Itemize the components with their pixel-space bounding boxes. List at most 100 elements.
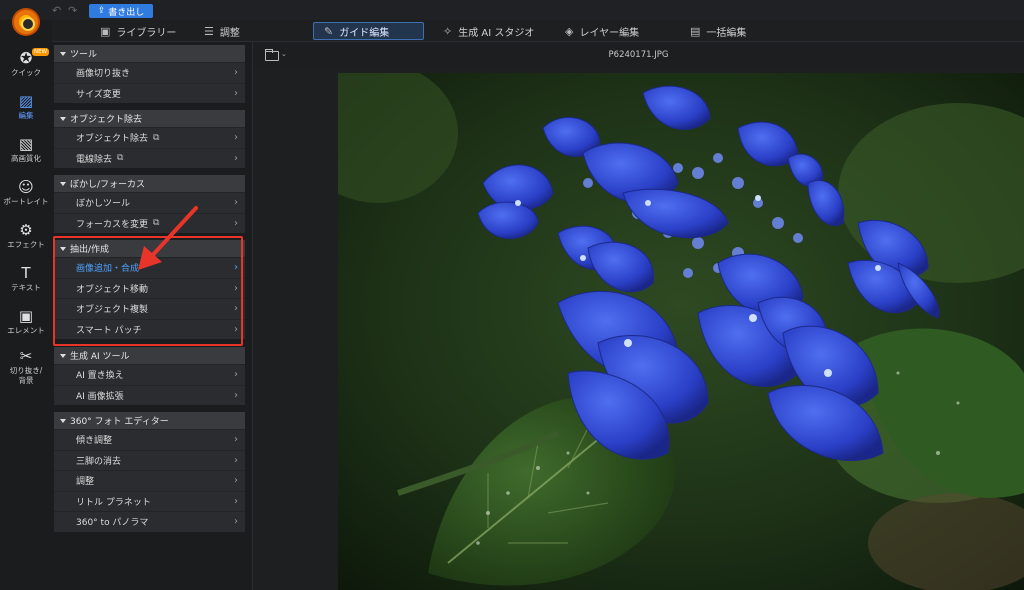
tool-item-adjust[interactable]: 調整 › [54,470,245,491]
chevron-right-icon: › [234,369,238,380]
group-360-editor: 360° フォト エディター 傾き調整 › 三脚の消去 › 調整 › リトル プラネッ… [54,412,245,532]
tab-adjust[interactable]: ☰ 調整 [194,22,250,40]
text-icon: T [21,264,31,282]
chevron-right-icon: › [234,495,238,507]
hydrangea-photo [338,73,1024,590]
element-icon: ▣ [18,307,34,325]
rail-label: 編集 [18,111,34,120]
tab-batch-edit[interactable]: ▤ 一括編集 [680,22,756,40]
group-title: ツール [70,50,98,60]
image-filename: P6240171.JPG [608,50,669,60]
tab-library[interactable]: ▣ ライブラリー [90,22,186,40]
tab-label: ライブラリー [116,27,177,39]
group-header[interactable]: ツール [54,45,245,62]
rail-label: エレメント [7,326,45,335]
new-badge: NEW [32,48,50,56]
mode-tabs: ▣ ライブラリー ☰ 調整 ✎ ガイド編集 ✧ 生成 AI スタジオ ◈ レイヤ… [52,20,1024,42]
library-icon: ▣ [100,24,111,38]
portrait-icon: ☺ [18,178,34,196]
rail-item-edit[interactable]: ▨ 編集 [0,93,52,121]
tool-label: 傾き調整 [76,436,113,447]
rail-label-line2: 背景 [18,376,34,385]
tool-label: 調整 [76,477,95,488]
group-header[interactable]: 360° フォト エディター [54,412,245,429]
sliders-icon: ☰ [204,24,214,38]
chevron-right-icon: › [234,67,238,78]
rail-item-effect[interactable]: ⚙ エフェクト [0,222,52,250]
tool-item-little-planet[interactable]: リトル プラネット › [54,490,245,511]
group-generative-ai: 生成 AI ツール AI 置き換え › AI 画像拡張 › [54,347,245,405]
redo-icon[interactable]: ↷ [68,4,77,17]
tool-item-ai-replace[interactable]: AI 置き換え › [54,364,245,385]
tab-layer-edit[interactable]: ◈ レイヤー編集 [555,22,649,40]
chevron-right-icon: › [234,217,238,229]
tool-item-tilt[interactable]: 傾き調整 › [54,429,245,450]
rail-label: クイック [11,68,41,77]
image-header: ⌄ P6240171.JPG [253,42,1024,70]
tab-label: 一括編集 [706,27,747,39]
rail-item-enhance[interactable]: ▧ 高画質化 [0,136,52,164]
chevron-right-icon: › [234,132,238,143]
group-header[interactable]: 生成 AI ツール [54,347,245,364]
tab-label: 調整 [219,27,240,39]
group-title: 生成 AI ツール [70,352,130,362]
app-logo[interactable] [12,8,40,36]
effect-icon: ⚙ [19,221,33,239]
annotation-arrow-icon [138,206,198,270]
enhance-icon: ▧ [18,135,34,153]
rail-item-quick[interactable]: ✪ NEW クイック [0,48,52,78]
layers-icon: ◈ [565,24,574,38]
rail-label: ポートレイト [3,197,49,206]
tool-item-tripod-removal[interactable]: 三脚の消去 › [54,449,245,470]
tool-item-360-panorama[interactable]: 360° to パノラマ › [54,511,245,532]
tab-guided-edit[interactable]: ✎ ガイド編集 [313,22,424,40]
tab-label: レイヤー編集 [579,27,640,39]
tool-label: ぼかしツール [76,199,131,210]
group-title: オブジェクト除去 [70,115,143,125]
export-label: 書き出し [108,7,145,18]
rail-label: 切り抜き/ [9,366,43,375]
tool-label: 360° to パノラマ [76,518,149,529]
tool-label: AI 置き換え [76,371,124,382]
cutout-icon: ✂ [19,347,33,365]
group-tools: ツール 画像切り抜き › サイズ変更 › [54,45,245,103]
chevron-right-icon: › [234,454,238,466]
chevron-right-icon: › [234,516,238,527]
group-header[interactable]: オブジェクト除去 [54,110,245,127]
rail-item-cutout[interactable]: ✂ 切り抜き/ 背景 [0,348,52,386]
export-button[interactable]: ⇪ 書き出し [89,4,153,18]
tool-label: 三脚の消去 [76,456,122,467]
rail-label: テキスト [11,283,41,292]
tool-item-resize[interactable]: サイズ変更 › [54,82,245,103]
tab-label: ガイド編集 [339,27,390,39]
chevron-right-icon: › [234,475,238,486]
tool-label: オブジェクト除去 [76,134,149,145]
chevron-right-icon: › [234,389,238,401]
tool-item-object-removal[interactable]: オブジェクト除去 ⧉ › [54,127,245,148]
tool-item-ai-expand[interactable]: AI 画像拡張 › [54,384,245,405]
sparkle-icon: ✧ [443,24,453,38]
tool-label: 電線除去 [76,154,113,165]
photo-canvas[interactable] [338,73,1024,590]
tab-ai-studio[interactable]: ✧ 生成 AI スタジオ [433,22,544,40]
tool-label: サイズ変更 [76,89,121,100]
chevron-right-icon: › [234,434,238,445]
rail-label: 高画質化 [11,154,41,163]
export-icon: ⇪ [97,6,106,16]
rail-item-portrait[interactable]: ☺ ポートレイト [0,179,52,207]
rail-item-element[interactable]: ▣ エレメント [0,308,52,336]
tool-item-crop[interactable]: 画像切り抜き › [54,62,245,83]
rail-label: エフェクト [7,240,45,249]
rail-item-text[interactable]: T テキスト [0,265,52,293]
group-object-removal: オブジェクト除去 オブジェクト除去 ⧉ › 電線除去 ⧉ › [54,110,245,168]
group-header[interactable]: ぼかし/フォーカス [54,175,245,192]
undo-icon[interactable]: ↶ [52,4,61,17]
tool-item-wire-removal[interactable]: 電線除去 ⧉ › [54,147,245,168]
ai-icon: ⧉ [117,153,124,164]
chevron-right-icon: › [234,152,238,164]
group-title: 360° フォト エディター [70,417,169,427]
tool-label: リトル プラネット [76,497,151,508]
tool-label: 画像切り抜き [76,69,131,80]
wand-icon: ✎ [324,24,334,38]
group-title: ぼかし/フォーカス [70,180,146,190]
